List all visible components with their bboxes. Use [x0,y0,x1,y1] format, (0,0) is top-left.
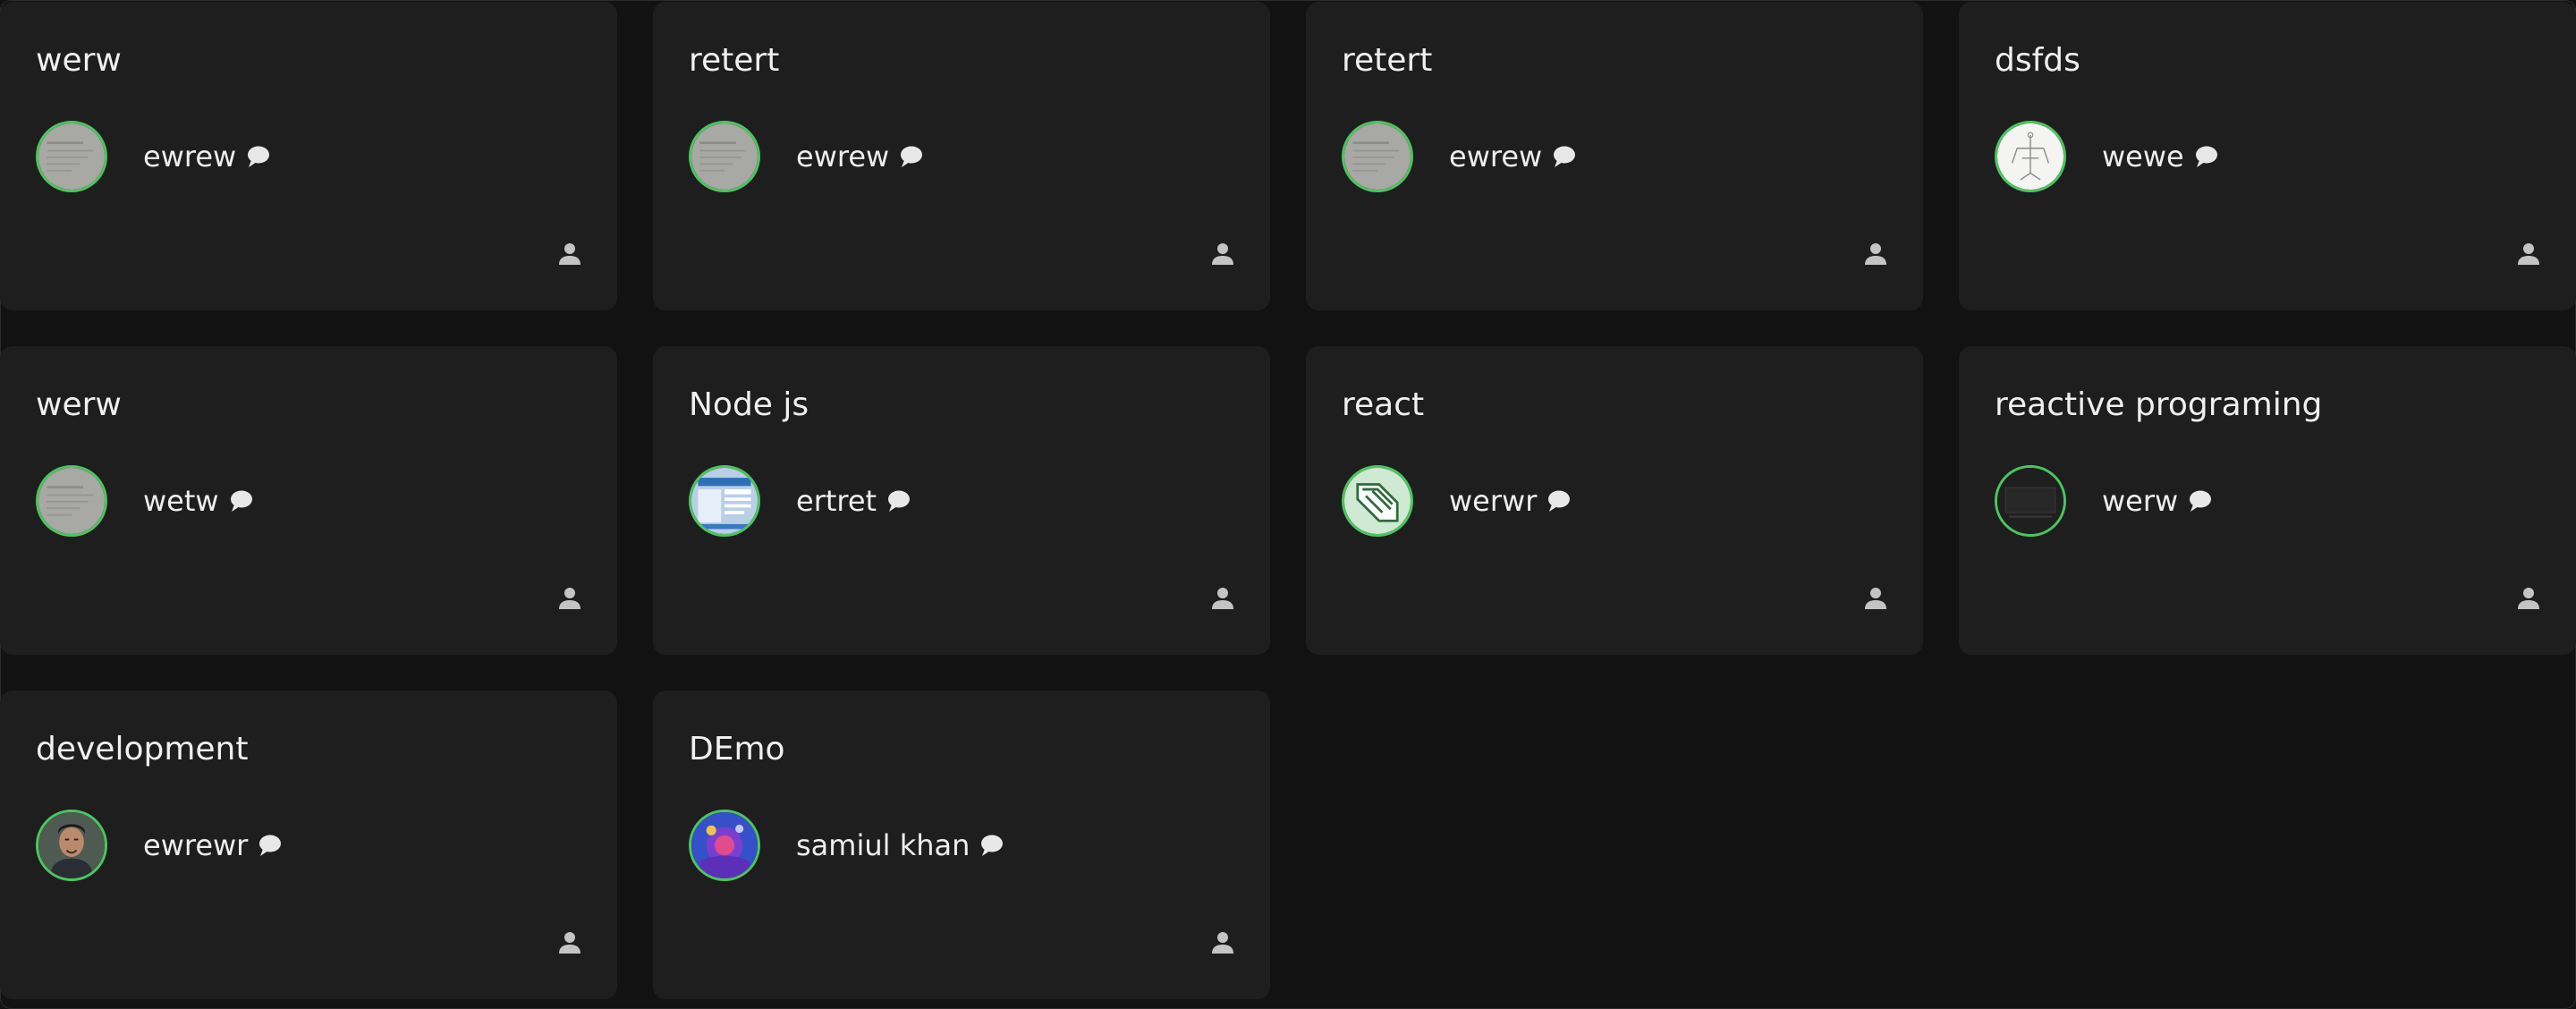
owner-info: ewrew [1449,136,1578,177]
room-card[interactable]: react werwr [1306,346,1923,655]
speech-bubble-icon[interactable] [228,488,255,514]
room-title: Node js [689,386,809,423]
owner-info: werwr [1449,480,1572,521]
owner-info: ertret [796,480,912,521]
person-icon[interactable] [1862,241,1889,267]
speech-bubble-icon[interactable] [1546,488,1572,514]
room-card[interactable]: werw ewrew [0,2,617,310]
speech-bubble-icon[interactable] [2187,488,2214,514]
speech-bubble-icon[interactable] [1551,143,1578,170]
room-title: reactive programing [1995,386,2323,423]
speech-bubble-icon[interactable] [257,832,284,859]
speech-bubble-icon[interactable] [898,143,925,170]
room-title: dsfds [1995,42,2080,79]
owner-avatar [1342,121,1413,192]
person-icon[interactable] [1862,585,1889,612]
room-card[interactable]: DEmo samiul khan [653,691,1270,999]
owner-name: ewrew [143,140,237,174]
speech-bubble-icon[interactable] [2193,143,2220,170]
speech-bubble-icon[interactable] [245,143,272,170]
owner-name: ertret [796,484,877,518]
owner-name: ewrew [796,140,890,174]
owner-avatar [689,810,760,881]
person-icon[interactable] [1209,241,1236,267]
owner-avatar [689,465,760,537]
room-card[interactable]: werw wetw [0,346,617,655]
owner-info: werw [2102,480,2214,521]
person-icon[interactable] [2515,585,2542,612]
person-icon[interactable] [1209,929,1236,956]
owner-avatar [36,465,107,537]
owner-name: wewe [2102,140,2184,174]
room-card[interactable]: retert ewrew [653,2,1270,310]
owner-info: wetw [143,480,255,521]
room-card[interactable]: development ewrewr [0,691,617,999]
owner-name: samiul khan [796,828,970,862]
room-card[interactable]: reactive programing werw [1959,346,2576,655]
room-title: development [36,731,249,767]
owner-info: ewrew [143,136,272,177]
owner-avatar [1995,465,2066,537]
room-grid: werw ewrew retert ewrew retert ewrew dsf… [0,0,2576,1009]
owner-info: ewrew [796,136,925,177]
owner-info: ewrewr [143,825,284,866]
room-title: retert [1342,42,1433,79]
room-title: DEmo [689,731,785,767]
owner-avatar [36,121,107,192]
owner-name: ewrew [1449,140,1543,174]
room-title: werw [36,386,122,423]
speech-bubble-icon[interactable] [886,488,912,514]
owner-avatar [1342,465,1413,537]
room-card[interactable]: retert ewrew [1306,2,1923,310]
person-icon[interactable] [556,585,583,612]
owner-avatar [689,121,760,192]
owner-info: wewe [2102,136,2220,177]
owner-info: samiul khan [796,825,1005,866]
owner-avatar [36,810,107,881]
owner-name: wetw [143,484,219,518]
owner-name: werw [2102,484,2179,518]
speech-bubble-icon[interactable] [979,832,1005,859]
owner-name: ewrewr [143,828,249,862]
owner-avatar [1995,121,2066,192]
person-icon[interactable] [2515,241,2542,267]
room-title: react [1342,386,1425,423]
person-icon[interactable] [556,929,583,956]
room-title: werw [36,42,122,79]
room-title: retert [689,42,780,79]
room-card[interactable]: dsfds wewe [1959,2,2576,310]
person-icon[interactable] [556,241,583,267]
owner-name: werwr [1449,484,1538,518]
room-card[interactable]: Node js ertret [653,346,1270,655]
person-icon[interactable] [1209,585,1236,612]
